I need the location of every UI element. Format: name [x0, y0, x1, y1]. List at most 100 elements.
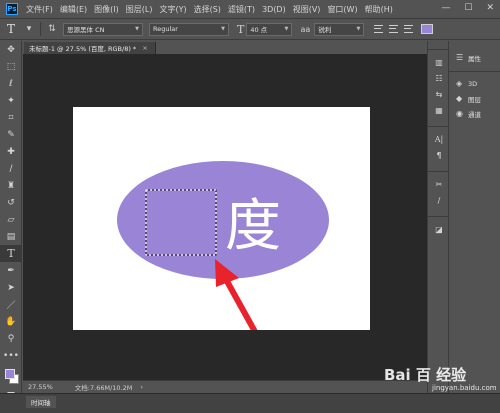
paragraph-panel-icon[interactable]: ¶: [428, 147, 450, 163]
antialias-icon: aa: [300, 24, 311, 34]
menu-window[interactable]: 窗口(W): [327, 4, 357, 15]
pen-tool-icon[interactable]: ✒: [0, 262, 22, 279]
libraries-panel-icon[interactable]: ▦: [428, 102, 450, 118]
marquee-tool-icon[interactable]: ⬚: [0, 58, 22, 75]
chevron-down-icon[interactable]: ▾: [22, 24, 36, 34]
status-menu-chevron-icon[interactable]: ›: [140, 383, 143, 391]
panel-channels-label: 通道: [468, 110, 481, 119]
canvas[interactable]: 度: [73, 107, 370, 378]
menu-select[interactable]: 选择(S): [194, 4, 221, 15]
glyphs-panel-icon[interactable]: ◪: [428, 221, 450, 237]
line-tool-icon[interactable]: ／: [0, 296, 22, 313]
document-size: 文档:7.66M/10.2M: [74, 384, 133, 392]
timeline-tab[interactable]: 时间轴: [26, 396, 56, 408]
text-align-group: [374, 25, 414, 33]
canvas-artwork: 度: [117, 161, 329, 378]
menu-filter[interactable]: 滤镜(T): [228, 4, 255, 15]
color-swatches: [0, 366, 22, 388]
minimize-button[interactable]: —: [441, 3, 450, 13]
baidu-jingyan-watermark: Bai 百 经验: [384, 366, 467, 384]
panel-layers[interactable]: ◆ 图层: [449, 91, 500, 106]
move-tool-icon[interactable]: ✥: [0, 41, 22, 58]
healing-brush-icon[interactable]: ✚: [0, 143, 22, 160]
text-color-swatch[interactable]: [421, 24, 434, 34]
photoshop-logo: Ps: [6, 3, 18, 15]
menu-edit[interactable]: 编辑(E): [60, 4, 87, 15]
options-bar: T ▾ ⇅ 思源黑体 CN ▼ Regular ▼ T 40 点 ▼ aa 锐利…: [0, 18, 500, 40]
crop-tool-icon[interactable]: ⌗: [0, 109, 22, 126]
brush-tool-icon[interactable]: ∕: [0, 160, 22, 177]
tools-panel: ✥ ⬚ ℓ ✦ ⌗ ✎ ✚ ∕ ♜ ↺ ▱ ▤ T ✒ ➤ ／ ✋ ⚲ ••• …: [0, 41, 22, 413]
maximize-button[interactable]: ☐: [464, 3, 472, 13]
font-size-icon: T: [237, 22, 245, 36]
close-button[interactable]: ✕: [486, 3, 494, 13]
gradient-tool-icon[interactable]: ▤: [0, 228, 22, 245]
menu-help[interactable]: 帮助(H): [365, 4, 393, 15]
panel-3d[interactable]: ◈ 3D: [449, 76, 500, 91]
menu-file[interactable]: 文件(F): [26, 4, 53, 15]
align-center-icon[interactable]: [389, 25, 399, 33]
history-brush-icon[interactable]: ↺: [0, 194, 22, 211]
zoom-level[interactable]: 27.55%: [28, 383, 53, 391]
type-tool-preset-icon[interactable]: T: [0, 22, 22, 36]
close-icon[interactable]: ×: [142, 44, 147, 52]
adjustments-panel-icon[interactable]: ⇆: [428, 86, 450, 102]
panel-layers-label: 图层: [468, 95, 481, 104]
canvas-text-layer[interactable]: 度: [225, 194, 281, 259]
cube-icon: ◈: [456, 79, 463, 88]
align-left-icon[interactable]: [374, 25, 384, 33]
align-right-icon[interactable]: [404, 25, 414, 33]
menu-layer[interactable]: 图层(L): [126, 4, 153, 15]
divider: [40, 22, 41, 36]
panel-properties[interactable]: ☰ 属性: [449, 50, 500, 65]
foreground-color-swatch[interactable]: [5, 369, 15, 379]
eyedropper-icon[interactable]: ✎: [0, 126, 22, 143]
document-tab-title: 未标题-1 @ 27.5% (百度, RGB/8) *: [29, 45, 137, 53]
antialias-value: 锐利: [318, 26, 332, 34]
type-tool-icon[interactable]: T: [0, 245, 22, 262]
zoom-tool-icon[interactable]: ⚲: [0, 330, 22, 347]
font-family-value: 思源黑体 CN: [67, 26, 105, 34]
panel-channels[interactable]: ◉ 通道: [449, 106, 500, 121]
history-panel-icon[interactable]: ▥: [428, 54, 450, 70]
document-tab[interactable]: 未标题-1 @ 27.5% (百度, RGB/8) * ×: [24, 42, 156, 54]
chevron-down-icon: ▼: [284, 26, 289, 32]
hand-tool-icon[interactable]: ✋: [0, 313, 22, 330]
purple-ellipse[interactable]: [117, 161, 329, 279]
lasso-tool-icon[interactable]: ℓ: [0, 75, 22, 92]
collapsed-panels: ☰ 属性 ◈ 3D ◆ 图层 ◉ 通道: [449, 41, 500, 393]
font-family-select[interactable]: 思源黑体 CN ▼: [63, 22, 143, 36]
panel-icon-strip: ▥ ☷ ⇆ ▦ A| ¶ ✂ ∕ ◪: [427, 41, 449, 393]
chevron-down-icon: ▼: [135, 26, 139, 32]
layers-icon: ◆: [456, 94, 463, 103]
font-style-value: Regular: [153, 25, 178, 33]
menu-3d[interactable]: 3D(D): [262, 5, 286, 14]
document-workspace[interactable]: 度: [23, 54, 427, 380]
font-size-select[interactable]: 40 点 ▼: [246, 22, 293, 36]
panel-properties-label: 属性: [468, 54, 481, 63]
font-style-select[interactable]: Regular ▼: [149, 22, 229, 36]
character-panel-icon[interactable]: A|: [428, 131, 450, 147]
clone-stamp-icon[interactable]: ♜: [0, 177, 22, 194]
font-size-value: 40 点: [250, 26, 268, 34]
chevron-down-icon: ▼: [221, 26, 225, 32]
photoshop-window: Ps 文件(F) 编辑(E) 图像(I) 图层(L) 文字(Y) 选择(S) 滤…: [0, 0, 500, 413]
eraser-tool-icon[interactable]: ▱: [0, 211, 22, 228]
path-selection-icon[interactable]: ➤: [0, 279, 22, 296]
antialias-select[interactable]: 锐利 ▼: [314, 22, 365, 36]
window-controls: — ☐ ✕: [441, 3, 494, 13]
menu-view[interactable]: 视图(V): [293, 4, 321, 15]
timeline-panel: 时间轴: [0, 393, 500, 413]
brush-settings-icon[interactable]: ∕: [428, 192, 450, 208]
toggle-orientation-icon[interactable]: ⇅: [45, 24, 59, 34]
chevron-down-icon: ▼: [356, 26, 361, 32]
magic-wand-icon[interactable]: ✦: [0, 92, 22, 109]
channels-icon: ◉: [456, 109, 463, 118]
menu-bar: Ps 文件(F) 编辑(E) 图像(I) 图层(L) 文字(Y) 选择(S) 滤…: [0, 0, 500, 18]
tools-preset-icon[interactable]: ✂: [428, 176, 450, 192]
adjust-panel-icon[interactable]: ☷: [428, 70, 450, 86]
menu-type[interactable]: 文字(Y): [159, 4, 186, 15]
panel-3d-label: 3D: [468, 79, 478, 88]
menu-image[interactable]: 图像(I): [94, 4, 119, 15]
more-tools-icon[interactable]: •••: [0, 347, 22, 364]
